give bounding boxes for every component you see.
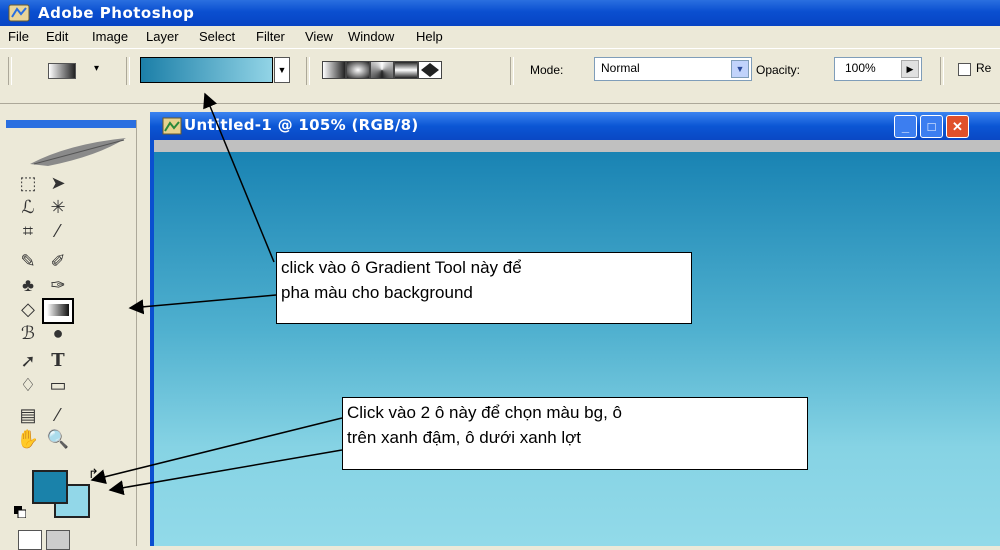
clone-stamp-icon[interactable]: ♣ <box>16 274 40 296</box>
menu-bar: File Edit Image Layer Select Filter View… <box>0 26 1000 48</box>
menu-layer[interactable]: Layer <box>146 29 179 44</box>
feather-icon <box>30 138 126 166</box>
mode-label: Mode: <box>530 63 564 77</box>
foreground-color-swatch[interactable] <box>32 470 68 504</box>
quick-mask-button[interactable] <box>46 530 70 550</box>
eyedropper-icon[interactable]: ⁄ <box>46 404 70 426</box>
angle-gradient-button[interactable] <box>370 61 394 79</box>
document-icon <box>162 117 182 135</box>
close-icon[interactable]: ✕ <box>946 115 969 138</box>
menu-edit[interactable]: Edit <box>46 29 68 44</box>
magic-wand-icon[interactable]: ✳ <box>46 196 70 218</box>
menu-file[interactable]: File <box>8 29 29 44</box>
options-grip <box>8 57 12 85</box>
menu-filter[interactable]: Filter <box>256 29 285 44</box>
swap-colors-icon[interactable]: ↱ <box>88 466 99 482</box>
shape-icon[interactable]: ▭ <box>46 374 70 396</box>
callout-colors-line1: Click vào 2 ô này để chọn màu bg, ô <box>347 403 622 422</box>
menu-view[interactable]: View <box>305 29 333 44</box>
photoshop-icon <box>8 4 30 22</box>
options-bar: ▾ ▼ Mode: Normal ▼ Opacity: 100% ▶ Re <box>0 48 1000 104</box>
menu-window[interactable]: Window <box>348 29 394 44</box>
reflected-gradient-button[interactable] <box>394 61 418 79</box>
document-title: Untitled-1 @ 105% (RGB/8) <box>184 116 419 134</box>
blur-icon[interactable]: ℬ <box>16 322 40 344</box>
tool-preset-picker[interactable] <box>48 63 76 79</box>
gradient-tool-icon[interactable] <box>42 298 74 324</box>
app-titlebar: Adobe Photoshop <box>0 0 1000 26</box>
menu-select[interactable]: Select <box>199 29 235 44</box>
standard-mode-button[interactable] <box>18 530 42 550</box>
zoom-icon[interactable]: 🔍 <box>46 428 70 450</box>
move-icon[interactable]: ➤ <box>46 172 70 194</box>
path-select-icon[interactable]: ➚ <box>16 350 40 372</box>
chevron-down-icon[interactable]: ▾ <box>94 63 99 74</box>
slice-icon[interactable]: ⁄ <box>46 220 70 242</box>
linear-gradient-button[interactable] <box>322 61 346 79</box>
callout-gradient: click vào ô Gradient Tool này để pha màu… <box>276 252 692 324</box>
ruler-strip <box>154 140 1000 152</box>
pen-icon[interactable]: ♢ <box>16 374 40 396</box>
mode-value: Normal <box>601 61 640 75</box>
callout-gradient-line1: click vào ô Gradient Tool này để <box>281 258 522 277</box>
canvas[interactable] <box>154 152 1000 546</box>
reverse-label: Re <box>976 61 992 75</box>
default-colors-icon[interactable] <box>14 506 26 518</box>
reverse-checkbox[interactable] <box>958 63 971 76</box>
radial-gradient-button[interactable] <box>346 61 370 79</box>
marquee-icon[interactable]: ⬚ <box>16 172 40 194</box>
history-brush-icon[interactable]: ✑ <box>46 274 70 296</box>
crop-icon[interactable]: ⌗ <box>16 220 40 242</box>
lasso-icon[interactable]: ℒ <box>16 196 40 218</box>
menu-help[interactable]: Help <box>416 29 443 44</box>
toolbox: ⬚ ➤ ℒ ✳ ⌗ ⁄ ✎ ✐ ♣ ✑ ◇ ℬ ● ➚ T ♢ ▭ ▤ ⁄ ✋ … <box>6 120 137 550</box>
opacity-value: 100% <box>845 61 876 75</box>
toolbox-header[interactable] <box>6 120 136 128</box>
chevron-right-icon[interactable]: ▶ <box>901 60 919 78</box>
chevron-down-icon[interactable]: ▼ <box>731 60 749 78</box>
minimize-icon[interactable]: _ <box>894 115 917 138</box>
opacity-field[interactable]: 100% ▶ <box>834 57 922 81</box>
app-title: Adobe Photoshop <box>38 4 195 22</box>
eraser-icon[interactable]: ◇ <box>16 298 40 320</box>
separator <box>940 57 944 85</box>
maximize-icon[interactable]: □ <box>920 115 943 138</box>
diamond-icon <box>421 63 439 77</box>
type-icon[interactable]: T <box>46 350 70 372</box>
document-titlebar[interactable]: Untitled-1 @ 105% (RGB/8) _ □ ✕ <box>150 112 1000 140</box>
hand-icon[interactable]: ✋ <box>16 428 40 450</box>
dodge-icon[interactable]: ● <box>46 322 70 344</box>
gradient-editor-swatch[interactable] <box>140 57 273 83</box>
menu-image[interactable]: Image <box>92 29 128 44</box>
brush-icon[interactable]: ✐ <box>46 250 70 272</box>
document-window: Untitled-1 @ 105% (RGB/8) _ □ ✕ <box>150 112 1000 546</box>
separator <box>126 57 130 85</box>
diamond-gradient-button[interactable] <box>418 61 442 79</box>
gradient-picker-dropdown[interactable]: ▼ <box>274 57 290 83</box>
healing-icon[interactable]: ✎ <box>16 250 40 272</box>
notes-icon[interactable]: ▤ <box>16 404 40 426</box>
separator <box>306 57 310 85</box>
callout-colors: Click vào 2 ô này để chọn màu bg, ô trên… <box>342 397 808 470</box>
mode-select[interactable]: Normal ▼ <box>594 57 752 81</box>
separator <box>510 57 514 85</box>
opacity-label: Opacity: <box>756 63 801 77</box>
callout-gradient-line2: pha màu cho background <box>281 283 473 302</box>
callout-colors-line2: trên xanh đậm, ô dưới xanh lợt <box>347 428 582 447</box>
